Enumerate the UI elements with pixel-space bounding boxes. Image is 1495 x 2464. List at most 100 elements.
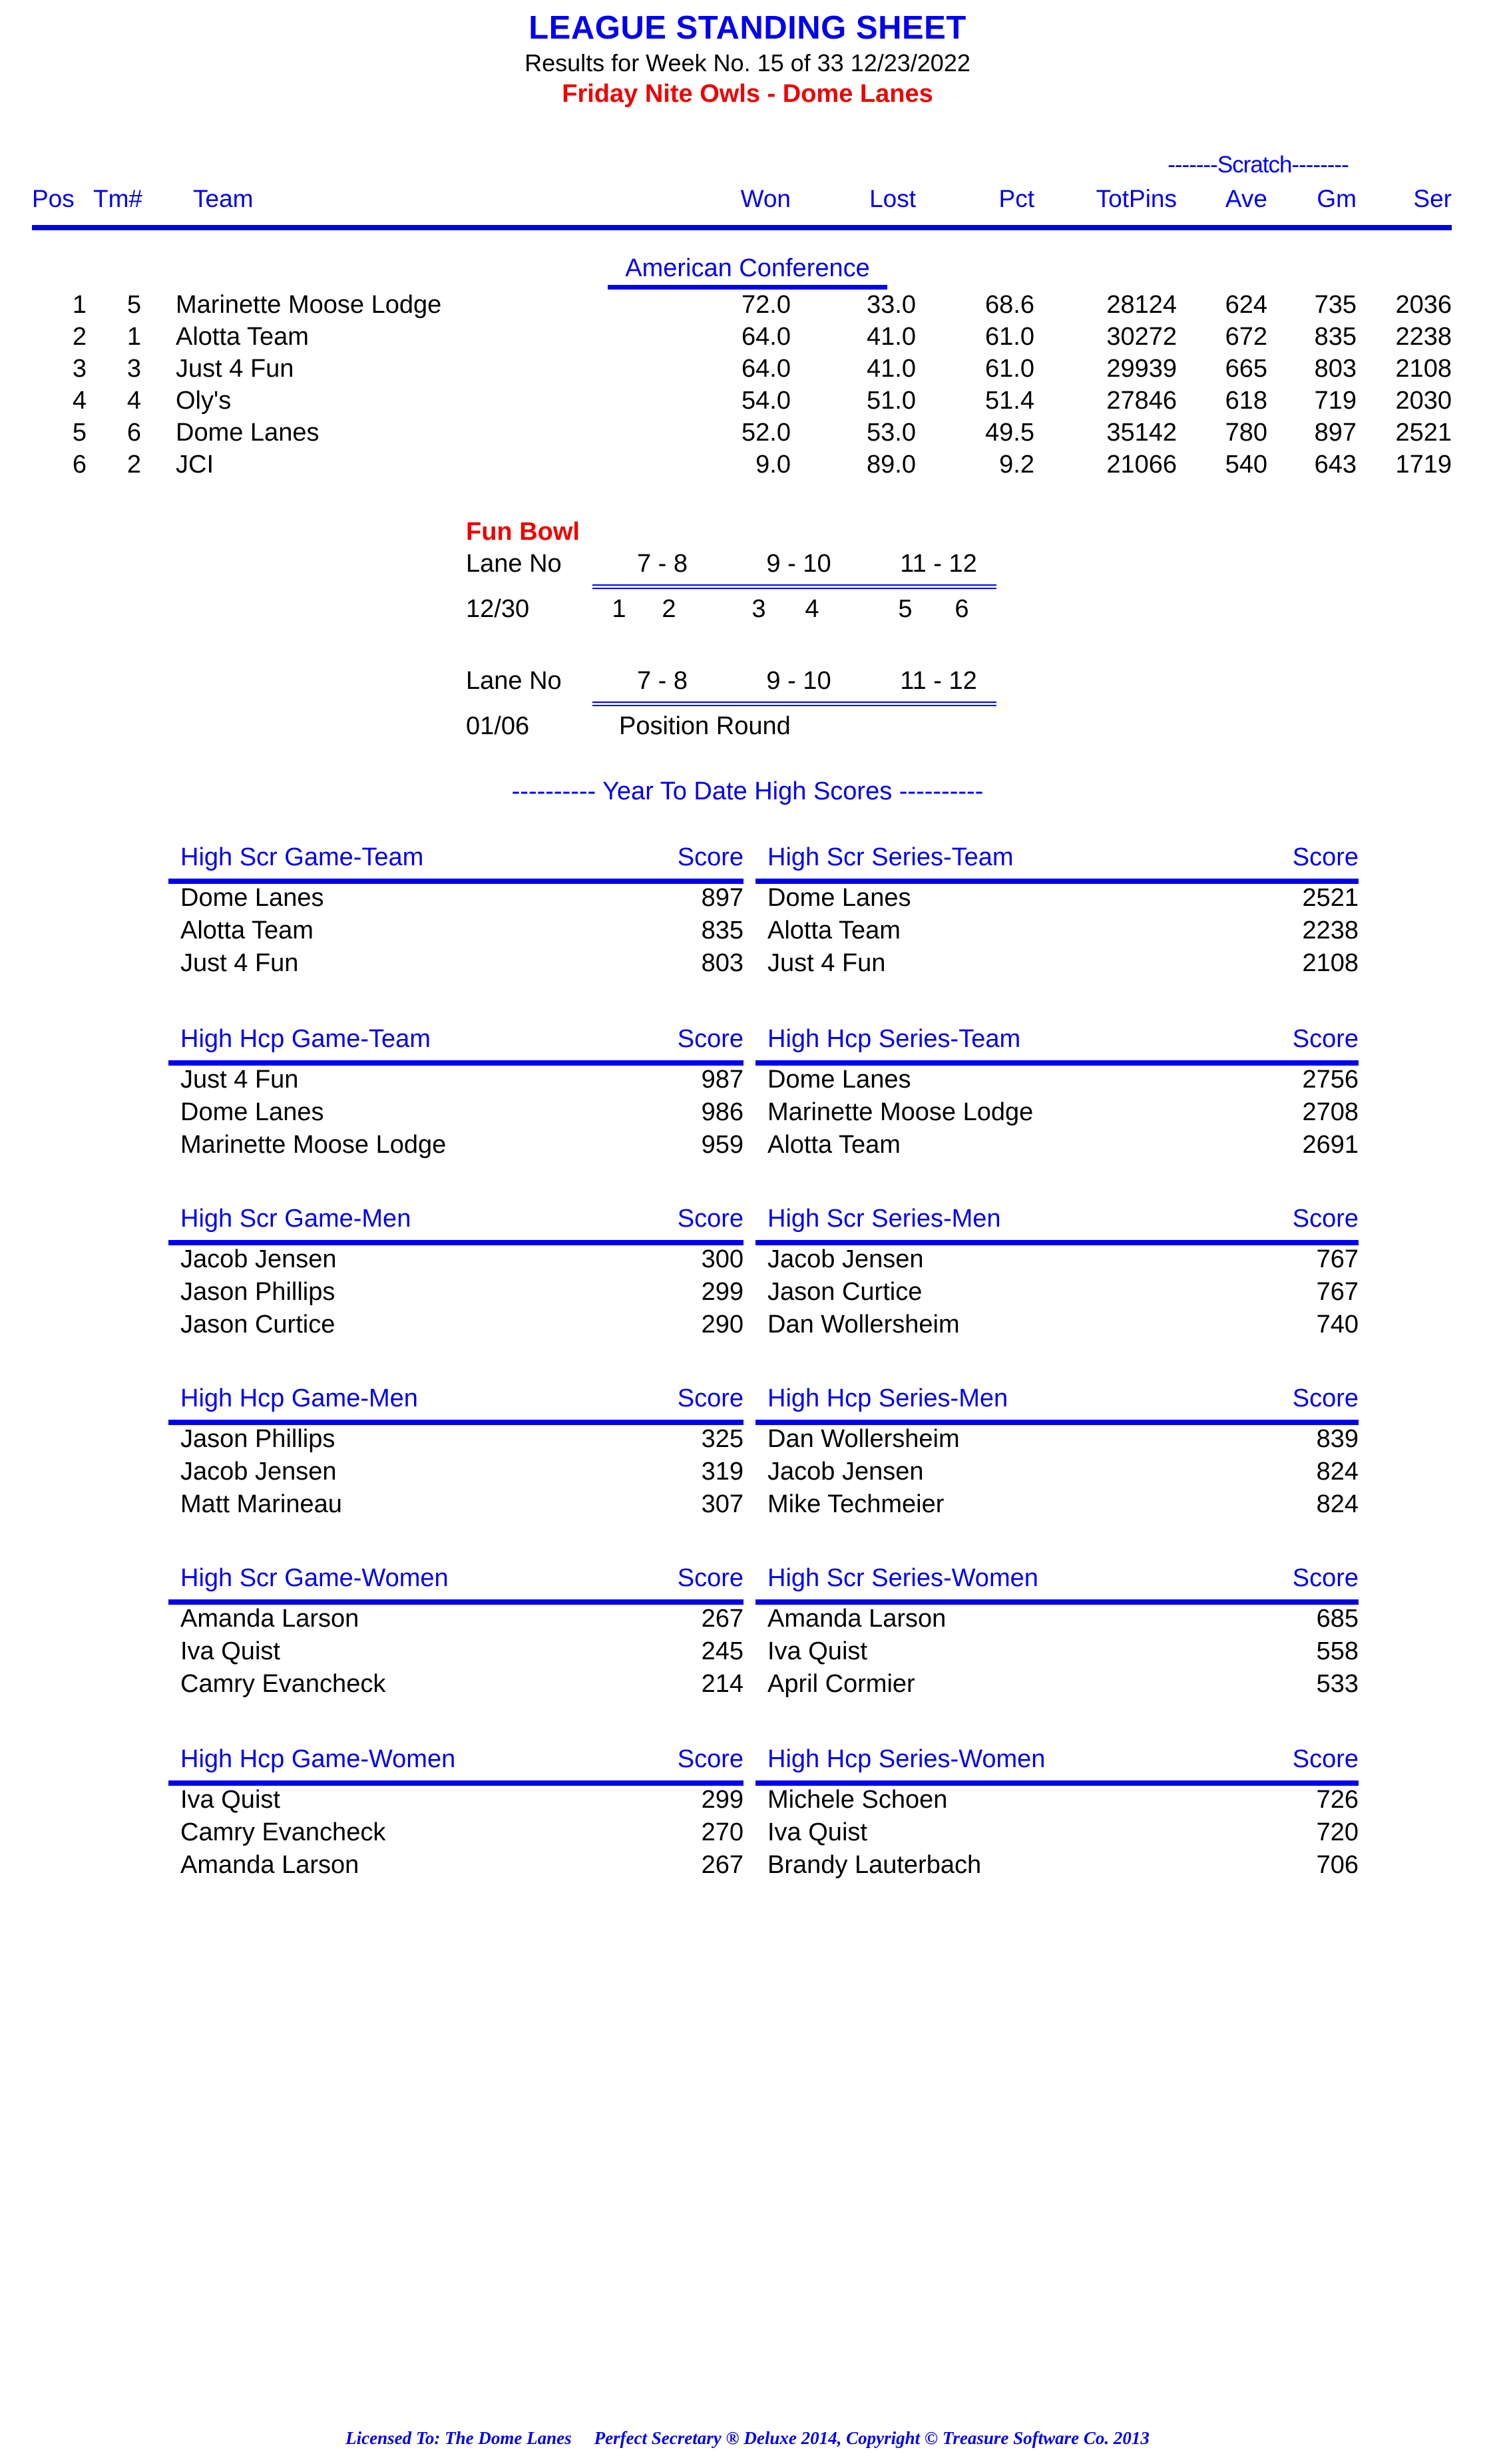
table-row: 5 6 Dome Lanes 52.0 53.0 49.5 35142 780 897 2521 [0,419,1495,451]
standings-cell-ser: 2108 [1395,355,1452,383]
lane-schedule-block: Lane No 7 - 8 9 - 10 11 - 12 12/30 1 2 3 4 5 6 [0,550,1495,628]
high-score-entry-name: Iva Quist [767,1818,867,1846]
high-score-entry-name: Jacob Jensen [767,1245,924,1273]
high-score-entry-name: Amanda Larson [767,1605,947,1633]
table-row: Camry Evancheck 214 [168,1670,744,1703]
high-score-entry-score: 986 [701,1098,744,1126]
standings-cell-team: Oly's [176,387,232,415]
high-score-header-rule [168,1780,744,1786]
high-score-table-header: High Hcp Game-Team Score [168,1025,744,1060]
high-score-header-rule [168,1420,744,1425]
standings-cell-lost: 51.0 [867,387,916,415]
standings-cell-ave: 540 [1225,451,1267,479]
standings-cell-lost: 53.0 [867,419,916,447]
table-row: April Cormier 533 [755,1670,1359,1703]
high-score-entry-score: 2756 [1302,1066,1359,1094]
high-score-entry-score: 824 [1316,1458,1359,1486]
column-header-team: Team [193,185,254,212]
high-score-entry-name: Jason Curtice [180,1311,335,1338]
year-to-date-banner: ---------- Year To Date High Scores ----… [511,777,984,805]
table-row: Camry Evancheck 270 [168,1818,744,1851]
league-name: Friday Nite Owls - Dome Lanes [562,79,933,108]
lane-schedule-note: Position Round [619,712,791,740]
standings-cell-totpins: 21066 [1106,451,1177,479]
high-score-entry-score: 839 [1316,1425,1359,1453]
high-score-table-right: High Scr Series-Men Score Jacob Jensen 767 J… [755,1205,1359,1343]
high-score-entry-score: 214 [701,1670,744,1698]
high-score-entry-name: Jason Curtice [767,1278,923,1306]
high-score-header-rule [168,879,744,884]
high-score-entry-name: Dome Lanes [767,884,911,912]
standings-cell-pct: 49.5 [985,419,1034,447]
high-score-category-label: High Hcp Series-Women [767,1745,1046,1773]
table-row: Just 4 Fun 987 [168,1066,744,1098]
high-score-entry-name: Marinette Moose Lodge [180,1131,447,1159]
column-header-score: Score [1292,1025,1359,1053]
high-score-entry-name: Jacob Jensen [180,1245,337,1273]
high-score-entry-score: 533 [1316,1670,1359,1698]
table-row: Jacob Jensen 824 [755,1458,1359,1490]
standings-cell-gm: 643 [1314,451,1357,479]
high-score-header-rule [755,1599,1359,1605]
standings-cell-ave: 665 [1225,355,1267,383]
page-footer: Licensed To: The Dome Lanes Perfect Secre… [0,2428,1495,2449]
column-header-score: Score [677,1384,744,1412]
column-header-score: Score [1292,1564,1359,1592]
high-score-entry-name: Marinette Moose Lodge [767,1098,1034,1126]
table-row: Amanda Larson 267 [168,1851,744,1884]
standings-cell-pct: 61.0 [985,355,1034,383]
page-title: LEAGUE STANDING SHEET [529,10,966,46]
table-row: Amanda Larson 267 [168,1605,744,1637]
column-header-lost: Lost [869,185,916,212]
high-score-entry-name: Matt Marineau [180,1490,342,1518]
footer-copyright: Perfect Secretary ® Deluxe 2014, Copyrig… [594,2428,1150,2448]
table-row: Alotta Team 2238 [755,917,1359,949]
column-header-score: Score [677,1564,744,1592]
high-score-table-left: High Scr Game-Women Score Amanda Larson 267… [168,1564,744,1703]
table-row: Iva Quist 299 [168,1786,744,1818]
table-row: 2 1 Alotta Team 64.0 41.0 61.0 30272 672 835 2238 [0,323,1495,355]
standings-cell-totpins: 29939 [1106,355,1177,383]
high-score-entry-name: Amanda Larson [180,1605,359,1633]
lane-team-number: 1 [612,595,626,623]
high-score-entry-score: 307 [701,1490,744,1518]
table-row: Marinette Moose Lodge 2708 [755,1098,1359,1131]
lane-header-row: Lane No 7 - 8 9 - 10 11 - 12 [0,667,1495,700]
standings-cell-pos: 4 [72,387,87,415]
table-row: Amanda Larson 685 [755,1605,1359,1637]
high-score-entry-score: 2691 [1302,1131,1359,1159]
standings-cell-tm: 3 [126,355,141,383]
table-row: Dome Lanes 2521 [755,884,1359,917]
table-row: 6 2 JCI 9.0 89.0 9.2 21066 540 643 1719 [0,451,1495,483]
high-score-entry-score: 290 [701,1311,744,1338]
table-row: Jacob Jensen 767 [755,1245,1359,1278]
table-row: Jason Phillips 325 [168,1425,744,1458]
standings-cell-totpins: 30272 [1106,323,1177,351]
high-score-table-left: High Hcp Game-Men Score Jason Phillips 325 J… [168,1384,744,1523]
standings-cell-totpins: 28124 [1106,291,1177,319]
lane-pair: 7 - 8 [636,667,688,695]
high-score-table-right: High Hcp Series-Men Score Dan Wollersheim 8… [755,1384,1359,1523]
standings-cell-team: Alotta Team [176,323,309,351]
standings-cell-ser: 1719 [1395,451,1452,479]
high-score-entry-score: 767 [1316,1245,1359,1273]
high-score-entry-score: 2108 [1302,949,1359,977]
high-score-header-rule [755,1240,1359,1245]
standings-cell-team: Just 4 Fun [176,355,294,383]
standings-cell-won: 64.0 [742,323,791,351]
standings-cell-pct: 61.0 [985,323,1034,351]
high-score-entry-score: 685 [1316,1605,1359,1633]
high-score-header-rule [168,1060,744,1066]
high-score-table-header: High Scr Series-Men Score [755,1205,1359,1239]
table-row: Just 4 Fun 2108 [755,949,1359,982]
high-score-header-rule [168,1240,744,1245]
high-score-table-header: High Scr Series-Team Score [755,843,1359,878]
lane-no-label: Lane No [466,667,562,695]
high-score-entry-name: Camry Evancheck [180,1670,386,1698]
high-score-entry-name: Dan Wollersheim [767,1311,960,1338]
column-header-score: Score [677,1205,744,1233]
standings-cell-pos: 3 [72,355,87,383]
standings-cell-gm: 835 [1314,323,1357,351]
high-score-entry-name: Mike Techmeier [767,1490,945,1518]
lane-team-number: 5 [898,595,913,623]
